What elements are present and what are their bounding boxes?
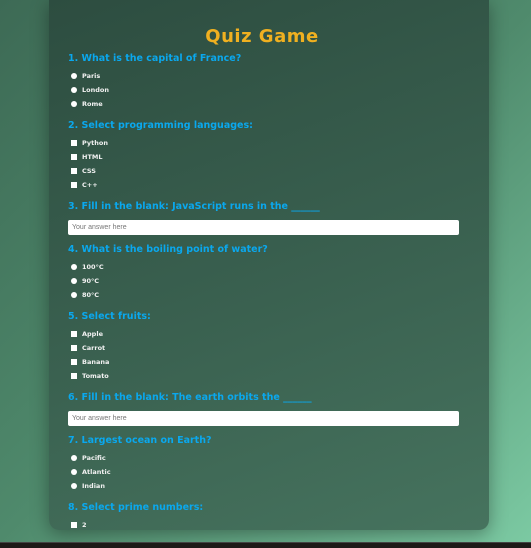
option-label: Pacific — [82, 454, 106, 462]
question-heading: 4. What is the boiling point of water? — [68, 244, 268, 255]
question-heading: 2. Select programming languages: — [68, 120, 253, 131]
radio-option[interactable]: Paris — [68, 69, 475, 83]
radio-option[interactable]: Pacific — [68, 451, 475, 465]
quiz-content: Quiz Game 1. What is the capital of Fran… — [49, 0, 475, 530]
checkbox[interactable] — [71, 331, 77, 337]
option-label: 2 — [82, 521, 87, 529]
option-label: Apple — [82, 330, 103, 338]
checkbox[interactable] — [71, 140, 77, 146]
radio-option[interactable]: 100°C — [68, 260, 475, 274]
checkbox-option[interactable]: C++ — [68, 178, 475, 192]
radio-option[interactable]: 90°C — [68, 274, 475, 288]
radio-button[interactable] — [71, 278, 77, 284]
option-label: Tomato — [82, 372, 109, 380]
checkbox[interactable] — [71, 345, 77, 351]
page-title: Quiz Game — [205, 26, 319, 47]
option-label: Python — [82, 139, 108, 147]
option-label: London — [82, 86, 109, 94]
question-8: 8. Select prime numbers: 2 — [68, 498, 475, 530]
radio-option[interactable]: 80°C — [68, 288, 475, 302]
checkbox-option[interactable]: Carrot — [68, 341, 475, 355]
checkbox-option[interactable]: HTML — [68, 150, 475, 164]
answer-input[interactable]: Your answer here — [68, 411, 459, 426]
option-label: Rome — [82, 100, 103, 108]
question-3: 3. Fill in the blank: JavaScript runs in… — [68, 197, 475, 235]
question-5: 5. Select fruits: Apple Carrot Banana Tomato — [68, 307, 475, 389]
checkbox[interactable] — [71, 373, 77, 379]
option-label: 90°C — [82, 277, 100, 285]
option-label: Banana — [82, 358, 110, 366]
option-label: 100°C — [82, 263, 104, 271]
question-heading: 7. Largest ocean on Earth? — [68, 435, 212, 446]
checkbox-option[interactable]: CSS — [68, 164, 475, 178]
question-7: 7. Largest ocean on Earth? Pacific Atlanti… — [68, 431, 475, 499]
checkbox-option[interactable]: 2 — [68, 518, 475, 530]
answer-input[interactable]: Your answer here — [68, 220, 459, 235]
checkbox-option[interactable]: Tomato — [68, 369, 475, 383]
question-heading: 1. What is the capital of France? — [68, 53, 242, 64]
question-heading: 8. Select prime numbers: — [68, 502, 204, 513]
checkbox[interactable] — [71, 168, 77, 174]
question-2: 2. Select programming languages: Python HT… — [68, 116, 475, 198]
radio-button[interactable] — [71, 483, 77, 489]
radio-option[interactable]: Rome — [68, 97, 475, 111]
option-label: Atlantic — [82, 468, 111, 476]
checkbox-option[interactable]: Apple — [68, 327, 475, 341]
option-label: 80°C — [82, 291, 100, 299]
checkbox-option[interactable]: Python — [68, 136, 475, 150]
radio-button[interactable] — [71, 73, 77, 79]
option-label: Indian — [82, 482, 105, 490]
checkbox[interactable] — [71, 359, 77, 365]
option-label: HTML — [82, 153, 103, 161]
checkbox[interactable] — [71, 182, 77, 188]
question-1: 1. What is the capital of France? Paris Lo… — [68, 49, 475, 117]
taskbar-edge — [0, 542, 531, 548]
option-label: Paris — [82, 72, 101, 80]
question-4: 4. What is the boiling point of water? 10… — [68, 240, 475, 308]
checkbox[interactable] — [71, 154, 77, 160]
radio-button[interactable] — [71, 87, 77, 93]
radio-option[interactable]: Indian — [68, 479, 475, 493]
radio-option[interactable]: Atlantic — [68, 465, 475, 479]
radio-button[interactable] — [71, 455, 77, 461]
radio-button[interactable] — [71, 292, 77, 298]
quiz-panel: Quiz Game 1. What is the capital of Fran… — [49, 0, 489, 530]
question-heading: 5. Select fruits: — [68, 311, 151, 322]
radio-button[interactable] — [71, 101, 77, 107]
question-heading: 3. Fill in the blank: JavaScript runs in… — [68, 201, 320, 212]
checkbox-option[interactable]: Banana — [68, 355, 475, 369]
radio-option[interactable]: London — [68, 83, 475, 97]
radio-button[interactable] — [71, 469, 77, 475]
question-6: 6. Fill in the blank: The earth orbits t… — [68, 388, 475, 426]
option-label: CSS — [82, 167, 96, 175]
option-label: C++ — [82, 181, 98, 189]
option-label: Carrot — [82, 344, 106, 352]
question-heading: 6. Fill in the blank: The earth orbits t… — [68, 392, 312, 403]
radio-button[interactable] — [71, 264, 77, 270]
checkbox[interactable] — [71, 522, 77, 528]
